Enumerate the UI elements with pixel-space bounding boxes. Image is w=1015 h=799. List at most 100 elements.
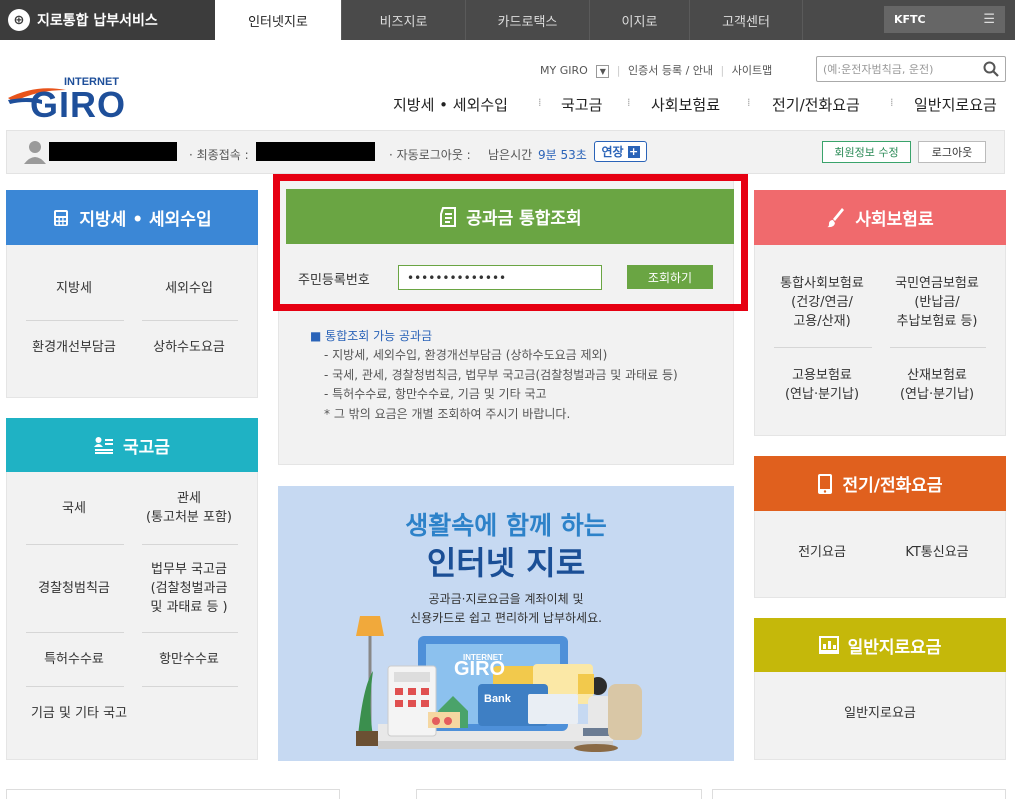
- social-insurance-title: 사회보험료: [855, 210, 934, 230]
- dropdown-arrow-icon[interactable]: ▼: [596, 64, 610, 78]
- link-non-tax-revenue[interactable]: 세외수입: [129, 279, 249, 298]
- gnb-local-tax[interactable]: 지방세 • 세외수입: [393, 94, 508, 115]
- banner-headline-1: 생활속에 함께 하는: [405, 511, 607, 540]
- link-environment-charge[interactable]: 환경개선부담금: [14, 338, 134, 357]
- note-line: - 국세, 관세, 경찰청범칙금, 법무부 국고금(검찰청벌과금 및 과태료 등…: [324, 368, 678, 382]
- divider: [26, 320, 124, 321]
- gnb-social-insurance[interactable]: 사회보험료: [651, 94, 720, 115]
- redacted-last-login: [256, 142, 375, 161]
- giro-service-logo-icon: ⊕: [8, 9, 30, 31]
- banner-headline-2: 인터넷 지로: [426, 544, 586, 582]
- utility-fee-header[interactable]: 전기/전화요금: [754, 456, 1006, 511]
- divider: [26, 544, 124, 545]
- divider: [890, 347, 986, 348]
- utility-links: MY GIRO ▼ | 인증서 등록 / 안내 | 사이트맵: [540, 64, 773, 78]
- tab-biz-giro[interactable]: 비즈지로: [341, 0, 465, 40]
- link-justice-ministry[interactable]: 법무부 국고금 (검찰청벌과금 및 과태료 등 ): [129, 560, 249, 617]
- divider: [142, 632, 238, 633]
- tab-label: 인터넷지로: [248, 14, 308, 30]
- search-placeholder: (예:운전자범칙금, 운전): [823, 63, 934, 76]
- note-line: - 지방세, 세외수입, 환경개선부담금 (상하수도요금 제외): [324, 348, 608, 362]
- tab-label: 고객센터: [722, 14, 770, 30]
- tab-easy-giro[interactable]: 이지로: [589, 0, 689, 40]
- divider: [774, 347, 872, 348]
- hamburger-icon: ☰: [983, 12, 995, 27]
- bottom-section-box: [416, 789, 702, 799]
- bar-chart-icon: [818, 636, 839, 654]
- logo-giro-text: GIRO: [30, 84, 127, 125]
- local-tax-title: 지방세 • 세외수입: [79, 210, 212, 230]
- national-header[interactable]: 국고금: [6, 418, 258, 472]
- tab-internet-giro[interactable]: 인터넷지로: [215, 0, 341, 40]
- remaining-time: 9분 53초: [538, 148, 587, 162]
- link-patent-fee[interactable]: 특허수수료: [14, 650, 134, 669]
- link-industrial-accident-insurance[interactable]: 산재보험료 (연납·분기납): [877, 366, 997, 404]
- link-customs[interactable]: 관세 (통고처분 포함): [129, 489, 249, 527]
- link-national-pension[interactable]: 국민연금보험료 (반납금/ 추납보험료 등): [877, 274, 997, 331]
- gnb-utility-fee[interactable]: 전기/전화요금: [772, 94, 860, 115]
- tab-label: 카드로택스: [497, 14, 558, 30]
- social-insurance-header[interactable]: 사회보험료: [754, 190, 1006, 245]
- tab-label: 이지로: [621, 14, 658, 30]
- link-integrated-social-insurance[interactable]: 통합사회보험료 (건강/연금/ 고용/산재): [762, 274, 882, 331]
- my-giro-link[interactable]: MY GIRO: [540, 64, 588, 77]
- kftc-label: KFTC: [894, 13, 926, 26]
- bottom-section-box: [6, 789, 340, 799]
- utility-fee-title: 전기/전화요금: [842, 476, 943, 496]
- banner-illustration: [356, 616, 642, 752]
- link-electricity-fee[interactable]: 전기요금: [762, 543, 882, 562]
- top-bar: ⊕ 지로통합 납부서비스 인터넷지로 비즈지로 카드로택스 이지로 고객센터 K…: [0, 0, 1015, 40]
- banner-desc-1: 공과금·지로요금을 계좌이체 및: [428, 592, 584, 606]
- search-icon[interactable]: [983, 61, 999, 77]
- local-tax-header[interactable]: 지방세 • 세외수입: [6, 190, 258, 245]
- brand-tab[interactable]: ⊕ 지로통합 납부서비스: [0, 0, 215, 40]
- link-water-sewer-fee[interactable]: 상하수도요금: [129, 338, 249, 357]
- banner-bank-label: Bank: [484, 693, 511, 705]
- edit-member-info-button[interactable]: 회원정보 수정: [822, 141, 911, 163]
- note-line: * 그 밖의 요금은 개별 조회하여 주시기 바랍니다.: [324, 407, 571, 421]
- promo-banner[interactable]: 생활속에 함께 하는 인터넷 지로 공과금·지로요금을 계좌이체 및 신용카드로…: [278, 486, 734, 761]
- tab-cardrotax[interactable]: 카드로택스: [465, 0, 589, 40]
- list-person-icon: [94, 437, 114, 454]
- redacted-user-name: [49, 142, 177, 161]
- auto-logout-label: · 자동로그아웃 :: [389, 148, 471, 162]
- gnb-national[interactable]: 국고금: [561, 94, 602, 115]
- divider: [142, 544, 238, 545]
- divider: [142, 320, 238, 321]
- logout-label: 로그아웃: [931, 146, 973, 159]
- divider: [26, 632, 124, 633]
- tab-customer-center[interactable]: 고객센터: [689, 0, 803, 40]
- extend-session-button[interactable]: 연장 +: [594, 141, 647, 162]
- link-police-fine[interactable]: 경찰청범칙금: [14, 579, 134, 598]
- user-icon: [24, 141, 46, 164]
- divider: [26, 686, 124, 687]
- site-search-input[interactable]: (예:운전자범칙금, 운전): [816, 56, 1006, 82]
- plus-icon: +: [627, 144, 640, 158]
- logout-button[interactable]: 로그아웃: [918, 141, 986, 163]
- gnb-general-giro[interactable]: 일반지로요금: [914, 94, 997, 115]
- tab-label: 비즈지로: [379, 14, 428, 30]
- banner-card-big: GIRO: [454, 658, 506, 680]
- sitemap-link[interactable]: 사이트맵: [732, 64, 772, 77]
- link-port-fee[interactable]: 항만수수료: [129, 650, 249, 669]
- link-local-tax[interactable]: 지방세: [14, 279, 134, 298]
- brush-icon: [827, 207, 845, 227]
- link-employment-insurance[interactable]: 고용보험료 (연납·분기납): [762, 366, 882, 404]
- link-fund-other[interactable]: 기금 및 기타 국고: [14, 704, 144, 723]
- kftc-menu[interactable]: KFTC ☰: [884, 6, 1005, 33]
- certificate-link[interactable]: 인증서 등록 / 안내: [628, 64, 713, 77]
- brand-label: 지로통합 납부서비스: [37, 13, 158, 29]
- link-kt-telecom-fee[interactable]: KT통신요금: [877, 543, 997, 562]
- link-national-tax[interactable]: 국세: [14, 499, 134, 518]
- general-giro-header[interactable]: 일반지로요금: [754, 618, 1006, 672]
- bottom-section-box: [712, 789, 1006, 799]
- calculator-icon: [54, 209, 69, 226]
- last-login-label: · 최종접속 :: [189, 148, 249, 162]
- general-giro-title: 일반지로요금: [847, 637, 942, 658]
- red-highlight-box: [273, 174, 748, 311]
- extend-label: 연장: [601, 145, 624, 159]
- national-title: 국고금: [123, 437, 170, 458]
- edit-member-label: 회원정보 수정: [834, 146, 899, 159]
- internet-giro-logo[interactable]: INTERNET GIRO: [6, 76, 136, 125]
- link-general-giro-fee[interactable]: 일반지로요금: [754, 704, 1006, 723]
